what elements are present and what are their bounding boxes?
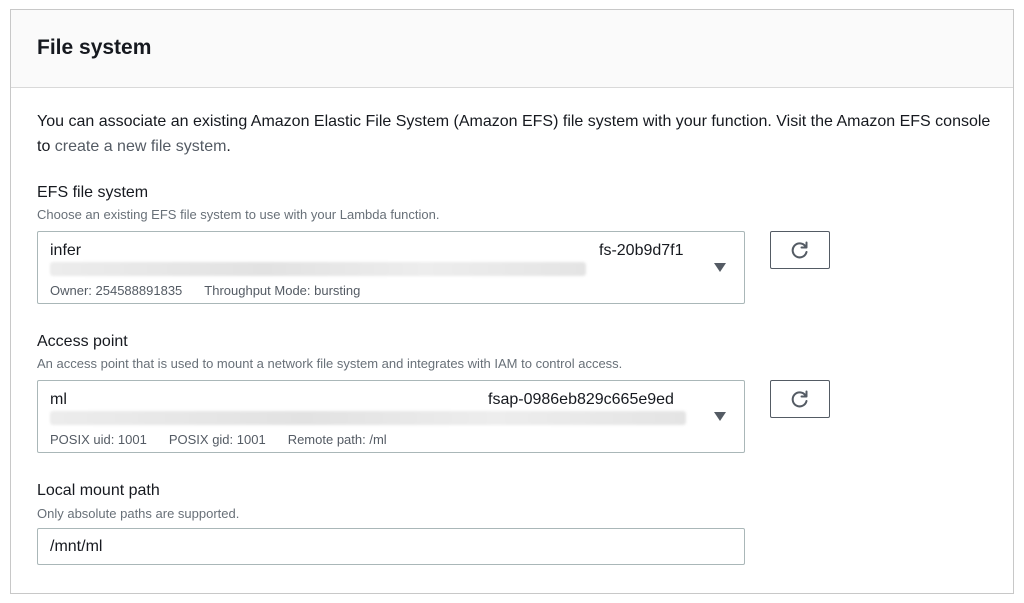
access-point-selected-name: ml	[50, 391, 67, 408]
remote-path: Remote path: /ml	[287, 432, 387, 447]
efs-label: EFS file system	[37, 184, 149, 201]
efs-selected-id: fs-20b9d7f1	[599, 242, 684, 259]
access-point-redacted-details	[50, 411, 686, 425]
refresh-icon	[791, 390, 808, 408]
access-point-select[interactable]: ml fsap-0986eb829c665e9ed POSIX uid: 100…	[37, 380, 745, 453]
file-system-panel: File system You can associate an existin…	[10, 9, 1014, 594]
access-point-refresh-button[interactable]	[770, 380, 830, 418]
efs-refresh-button[interactable]	[770, 231, 830, 269]
mount-path-input[interactable]	[37, 528, 745, 565]
posix-uid: POSIX uid: 1001	[50, 432, 147, 447]
chevron-down-icon	[714, 412, 726, 421]
access-point-meta: POSIX uid: 1001 POSIX gid: 1001 Remote pat…	[50, 432, 409, 447]
efs-meta: Owner: 254588891835 Throughput Mode: burs…	[50, 283, 382, 298]
efs-description: Choose an existing EFS file system to us…	[37, 207, 440, 222]
access-point-description: An access point that is used to mount a …	[37, 356, 623, 371]
create-file-system-link[interactable]: create a new file system	[55, 138, 227, 155]
mount-path-label: Local mount path	[37, 482, 160, 499]
chevron-down-icon	[714, 263, 726, 272]
intro-text-after: .	[226, 138, 231, 155]
access-point-selected-id: fsap-0986eb829c665e9ed	[488, 391, 674, 408]
efs-throughput: Throughput Mode: bursting	[204, 283, 361, 298]
intro-text: You can associate an existing Amazon Ela…	[37, 109, 997, 159]
panel-header: File system	[11, 10, 1013, 88]
refresh-icon	[791, 241, 808, 259]
posix-gid: POSIX gid: 1001	[168, 432, 266, 447]
access-point-label: Access point	[37, 333, 128, 350]
panel-title: File system	[37, 36, 152, 59]
efs-selected-name: infer	[50, 242, 82, 259]
efs-file-system-select[interactable]: infer fs-20b9d7f1 Owner: 254588891835 Thr…	[37, 231, 745, 304]
mount-path-description: Only absolute paths are supported.	[37, 506, 240, 521]
efs-owner: Owner: 254588891835	[50, 283, 183, 298]
efs-redacted-details	[50, 262, 586, 276]
